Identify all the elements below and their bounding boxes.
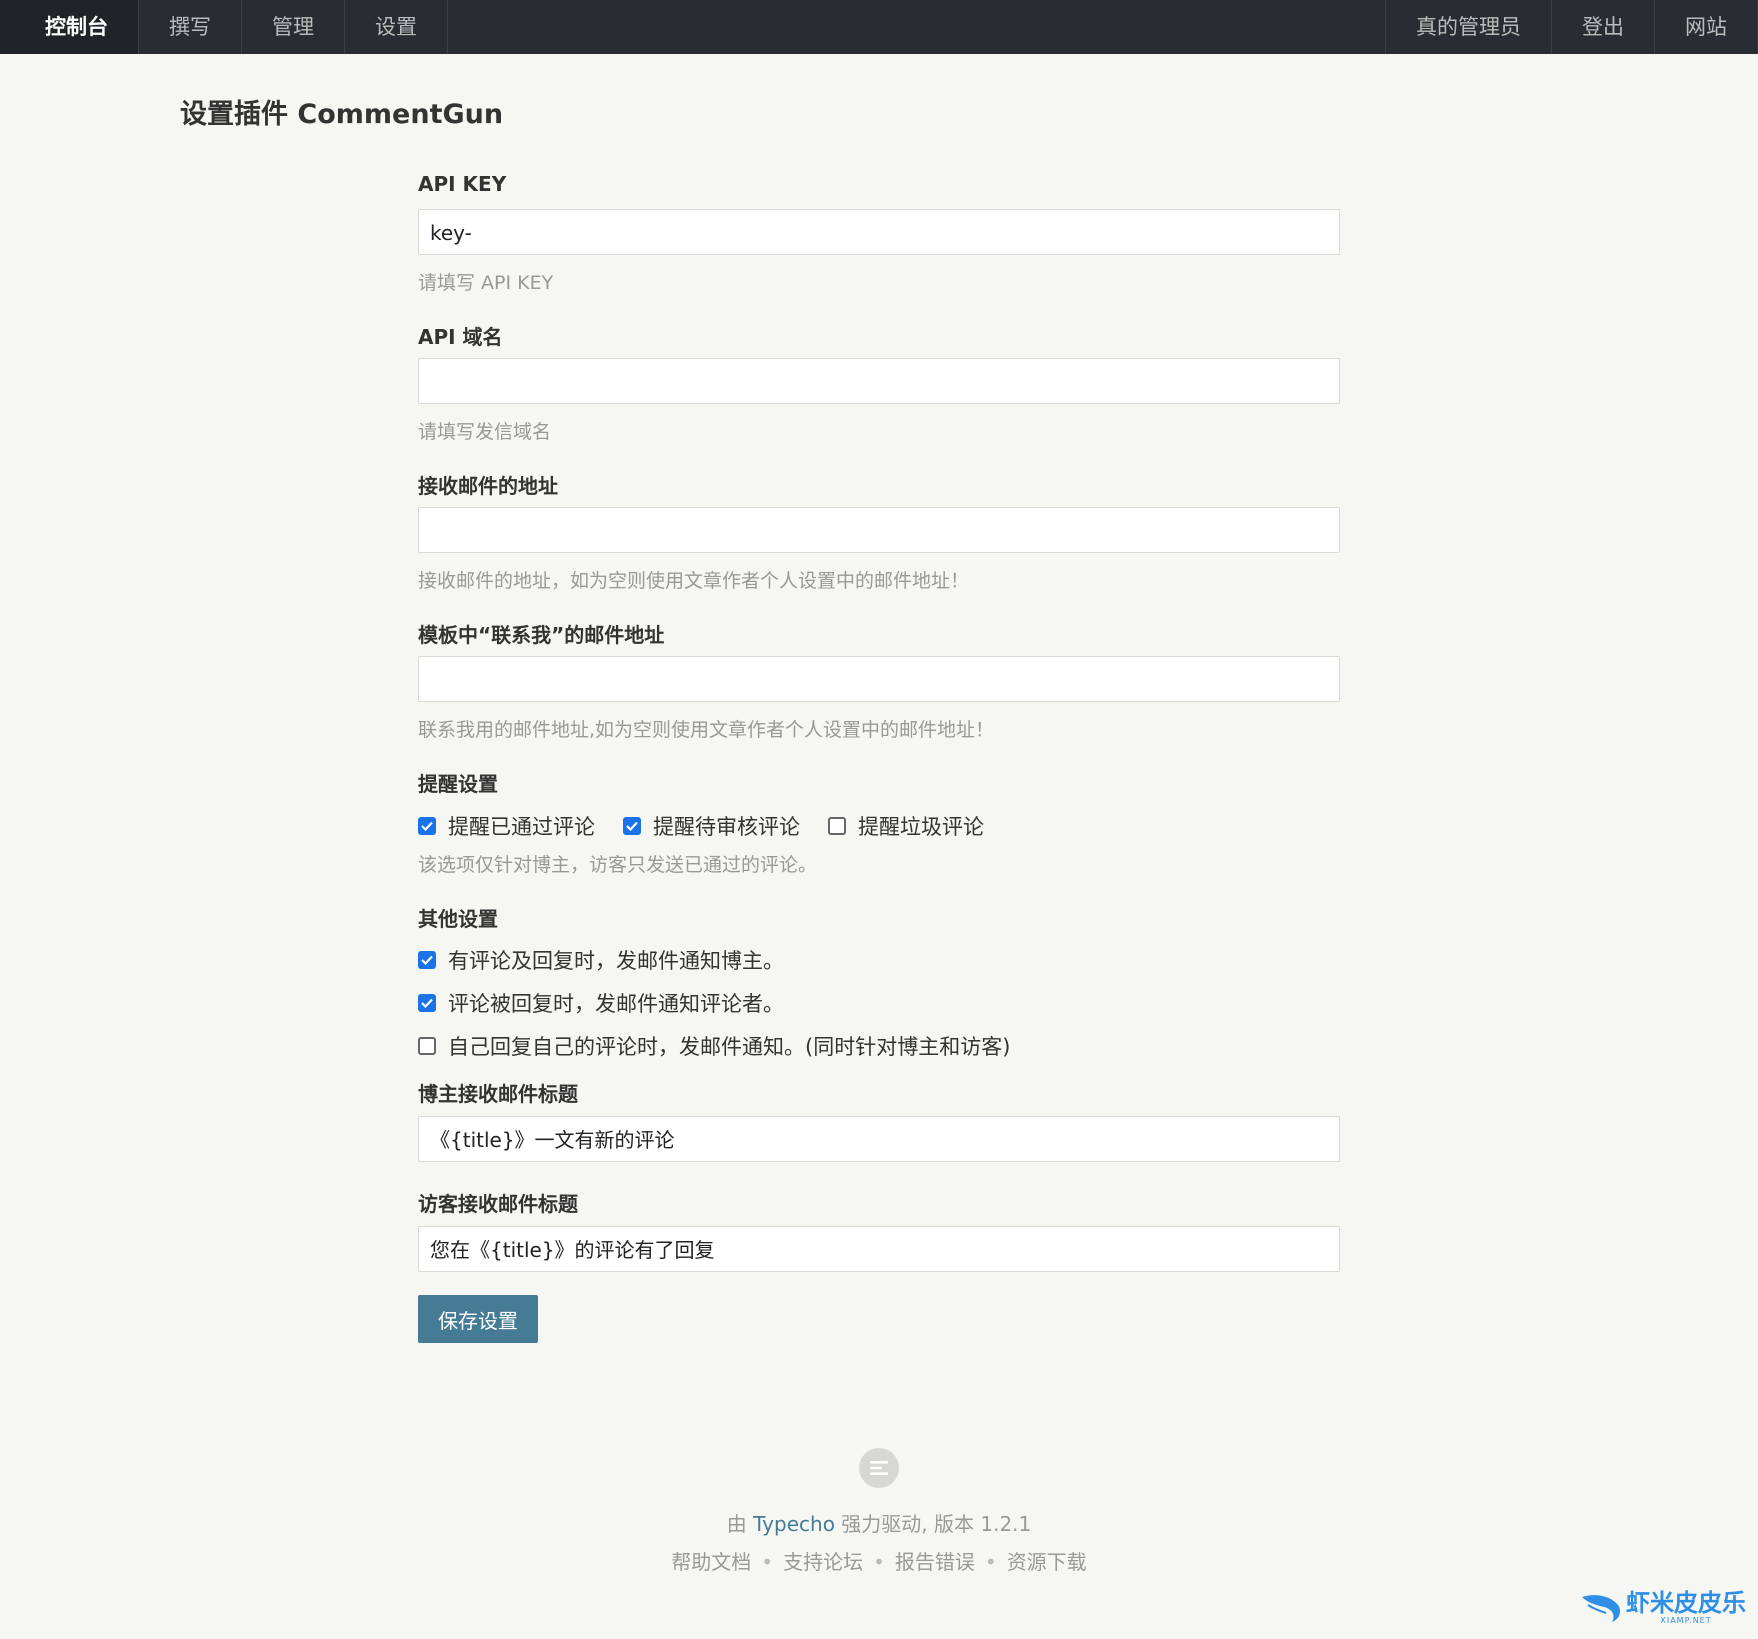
nav-user[interactable]: 真的管理员 xyxy=(1385,0,1551,54)
field-api-key: API KEY key- 请填写 API KEY xyxy=(418,172,1340,294)
api-key-desc: 请填写 API KEY xyxy=(418,272,554,294)
remind-spam-label: 提醒垃圾评论 xyxy=(858,815,984,839)
checkbox-checked-icon xyxy=(418,994,436,1012)
contact-address-input[interactable] xyxy=(418,656,1340,702)
footer-separator: • xyxy=(761,1550,774,1574)
remind-desc: 该选项仅针对博主，访客只发送已通过的评论。 xyxy=(418,854,818,876)
nav-dashboard[interactable]: 控制台 xyxy=(0,0,139,54)
contact-address-label: 模板中“联系我”的邮件地址 xyxy=(418,623,665,647)
owner-subject-input[interactable]: 《{title}》一文有新的评论 xyxy=(418,1116,1340,1162)
receive-address-label: 接收邮件的地址 xyxy=(418,474,558,498)
notify-self-reply-label: 自己回复自己的评论时，发邮件通知。(同时针对博主和访客) xyxy=(448,1035,1011,1059)
field-guest-subject: 访客接收邮件标题 您在《{title}》的评论有了回复 xyxy=(418,1188,1340,1272)
watermark-sub: XIAMP.NET xyxy=(1660,1616,1712,1625)
checkbox-checked-icon xyxy=(418,951,436,969)
notify-commenter-checkbox[interactable]: 评论被回复时，发邮件通知评论者。 xyxy=(418,988,1010,1018)
report-bug-link[interactable]: 报告错误 xyxy=(895,1550,975,1574)
remind-settings-label: 提醒设置 xyxy=(418,772,498,796)
api-domain-input[interactable] xyxy=(418,358,1340,404)
remind-spam-checkbox[interactable]: 提醒垃圾评论 xyxy=(828,811,984,841)
watermark-text: 虾米皮皮乐 XIAMP.NET xyxy=(1626,1590,1746,1625)
nav-logout[interactable]: 登出 xyxy=(1551,0,1654,54)
field-other-settings: 其他设置 有评论及回复时，发邮件通知博主。 评论被回复时，发邮件通知评论者。 自… xyxy=(418,903,1340,1059)
nav-right: 真的管理员 登出 网站 xyxy=(1385,0,1758,54)
watermark-title: 虾米皮皮乐 xyxy=(1626,1589,1746,1617)
footer-separator: • xyxy=(873,1550,885,1574)
typecho-logo-icon xyxy=(859,1448,899,1488)
nav-manage[interactable]: 管理 xyxy=(242,0,345,54)
remind-pending-label: 提醒待审核评论 xyxy=(653,815,800,839)
owner-subject-label: 博主接收邮件标题 xyxy=(418,1082,578,1106)
field-contact-address: 模板中“联系我”的邮件地址 联系我用的邮件地址,如为空则使用文章作者个人设置中的… xyxy=(418,619,1340,741)
top-nav: 控制台 撰写 管理 设置 真的管理员 登出 网站 xyxy=(0,0,1758,54)
checkbox-unchecked-icon xyxy=(418,1037,436,1055)
field-remind-settings: 提醒设置 提醒已通过评论 提醒待审核评论 提醒垃圾评论 该选项仅针对博主，访客只… xyxy=(418,768,1340,876)
nav-left: 控制台 撰写 管理 设置 xyxy=(0,0,448,54)
guest-subject-input[interactable]: 您在《{title}》的评论有了回复 xyxy=(418,1226,1340,1272)
api-key-label: API KEY xyxy=(418,172,507,196)
api-domain-label: API 域名 xyxy=(418,325,503,349)
footer-links: 帮助文档 • 支持论坛 • 报告错误 • 资源下载 xyxy=(0,1546,1758,1575)
checkbox-checked-icon xyxy=(623,817,641,835)
footer-separator: • xyxy=(984,1550,997,1574)
remind-approved-label: 提醒已通过评论 xyxy=(448,815,595,839)
notify-owner-label: 有评论及回复时，发邮件通知博主。 xyxy=(448,949,784,973)
field-owner-subject: 博主接收邮件标题 《{title}》一文有新的评论 xyxy=(418,1078,1340,1162)
nav-write[interactable]: 撰写 xyxy=(139,0,242,54)
remind-approved-checkbox[interactable]: 提醒已通过评论 xyxy=(418,811,595,841)
contact-address-desc: 联系我用的邮件地址,如为空则使用文章作者个人设置中的邮件地址！ xyxy=(418,719,995,741)
help-docs-link[interactable]: 帮助文档 xyxy=(671,1550,751,1574)
checkbox-unchecked-icon xyxy=(828,817,846,835)
nav-settings[interactable]: 设置 xyxy=(345,0,448,54)
shrimp-logo-icon xyxy=(1582,1594,1620,1622)
footer-powered: 由 Typecho 强力驱动, 版本 1.2.1 xyxy=(0,1508,1758,1537)
api-domain-desc: 请填写发信域名 xyxy=(418,421,552,443)
notify-owner-checkbox[interactable]: 有评论及回复时，发邮件通知博主。 xyxy=(418,945,1010,975)
page-title: 设置插件 CommentGun xyxy=(180,99,504,130)
receive-address-input[interactable] xyxy=(418,507,1340,553)
powered-suffix: 强力驱动, 版本 1.2.1 xyxy=(834,1512,1032,1536)
watermark: 虾米皮皮乐 XIAMP.NET xyxy=(1580,1590,1746,1625)
checkbox-checked-icon xyxy=(418,817,436,835)
other-options: 有评论及回复时，发邮件通知博主。 评论被回复时，发邮件通知评论者。 自己回复自己… xyxy=(418,945,1038,1074)
api-key-input[interactable]: key- xyxy=(418,209,1340,255)
support-forum-link[interactable]: 支持论坛 xyxy=(783,1550,863,1574)
notify-commenter-label: 评论被回复时，发邮件通知评论者。 xyxy=(448,992,784,1016)
typecho-link[interactable]: Typecho xyxy=(753,1512,835,1536)
remind-options: 提醒已通过评论 提醒待审核评论 提醒垃圾评论 xyxy=(418,811,1012,841)
receive-address-desc: 接收邮件的地址，如为空则使用文章作者个人设置中的邮件地址！ xyxy=(418,570,970,592)
field-api-domain: API 域名 请填写发信域名 xyxy=(418,321,1340,443)
field-receive-address: 接收邮件的地址 接收邮件的地址，如为空则使用文章作者个人设置中的邮件地址！ xyxy=(418,470,1340,592)
other-settings-label: 其他设置 xyxy=(418,907,498,931)
resource-download-link[interactable]: 资源下载 xyxy=(1007,1550,1087,1574)
guest-subject-label: 访客接收邮件标题 xyxy=(418,1192,578,1216)
save-settings-button[interactable]: 保存设置 xyxy=(418,1295,538,1343)
notify-self-reply-checkbox[interactable]: 自己回复自己的评论时，发邮件通知。(同时针对博主和访客) xyxy=(418,1031,1010,1061)
powered-prefix: 由 xyxy=(726,1512,754,1536)
nav-site[interactable]: 网站 xyxy=(1654,0,1758,54)
remind-pending-checkbox[interactable]: 提醒待审核评论 xyxy=(623,811,800,841)
